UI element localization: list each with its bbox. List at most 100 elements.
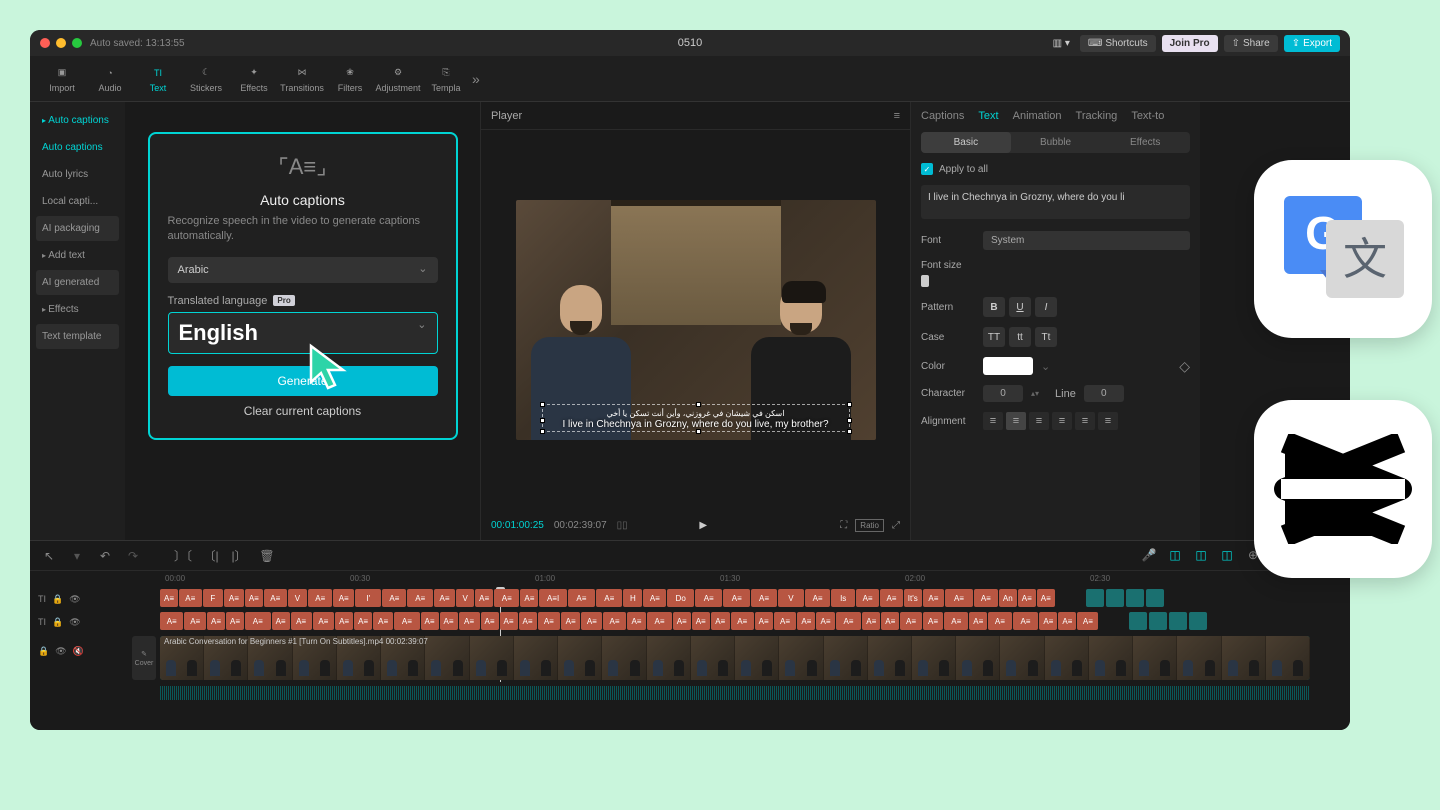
tab-animation[interactable]: Animation xyxy=(1013,110,1062,122)
timeline-ruler[interactable]: 00:00 00:30 01:00 01:30 02:00 02:30 xyxy=(30,571,1350,589)
project-title: 0510 xyxy=(678,37,702,49)
join-pro-button[interactable]: Join Pro xyxy=(1162,35,1218,52)
delete-icon[interactable]: 🗑 xyxy=(258,549,276,563)
text-icon: TI xyxy=(150,65,166,81)
character-spacing-input[interactable]: 0 xyxy=(983,385,1023,402)
track-head-captions-ar: TI🔒👁 xyxy=(30,612,155,632)
sidebar-item-auto-lyrics[interactable]: Auto lyrics xyxy=(36,162,119,187)
apply-all-label: Apply to all xyxy=(939,164,988,175)
tab-captions[interactable]: Captions xyxy=(921,110,964,122)
align-middle-button[interactable]: ≡ xyxy=(1075,412,1095,430)
lowercase-button[interactable]: tt xyxy=(1009,327,1031,347)
uppercase-button[interactable]: TT xyxy=(983,327,1005,347)
tool-stickers[interactable]: ☾Stickers xyxy=(182,59,230,99)
tab-tracking[interactable]: Tracking xyxy=(1076,110,1118,122)
clear-captions-link[interactable]: Clear current captions xyxy=(168,404,438,418)
color-label: Color xyxy=(921,361,975,372)
mic-icon[interactable]: 🎤 xyxy=(1140,548,1158,563)
generate-button[interactable]: Generate xyxy=(168,366,438,396)
export-button[interactable]: ⇪ Export xyxy=(1284,35,1340,52)
toolbar-more-icon[interactable]: » xyxy=(472,71,480,87)
select-tool-icon[interactable]: ↖ xyxy=(40,549,58,563)
titlecase-button[interactable]: Tt xyxy=(1035,327,1057,347)
split-icon[interactable]: 〕〔 xyxy=(174,547,192,564)
layout-button[interactable]: ▥ ▾ xyxy=(1049,35,1074,52)
redo-icon[interactable]: ↷ xyxy=(124,549,142,563)
fontsize-slider[interactable] xyxy=(921,275,929,287)
video-clip[interactable]: Arabic Conversation for Beginners #1 [Tu… xyxy=(160,636,1310,680)
effects-icon: ✦ xyxy=(246,65,262,81)
align-left-button[interactable]: ≡ xyxy=(983,412,1003,430)
text-sidebar: Auto captions Auto captions Auto lyrics … xyxy=(30,102,125,540)
tab-text-to[interactable]: Text-to xyxy=(1131,110,1164,122)
italic-button[interactable]: I xyxy=(1035,297,1057,317)
sidebar-item-add-text[interactable]: Add text xyxy=(36,243,119,268)
pattern-label: Pattern xyxy=(921,302,975,313)
tool-audio[interactable]: ◔Audio xyxy=(86,59,134,99)
tool-filters[interactable]: ❀Filters xyxy=(326,59,374,99)
play-button[interactable]: ▶ xyxy=(699,520,707,531)
sidebar-item-local-captions[interactable]: Local capti... xyxy=(36,189,119,214)
align-right-button[interactable]: ≡ xyxy=(1029,412,1049,430)
tool-text[interactable]: TIText xyxy=(134,59,182,99)
link-icon[interactable]: ◫ xyxy=(1192,548,1210,563)
maximize-icon[interactable] xyxy=(72,38,82,48)
apply-all-checkbox[interactable]: ✓ xyxy=(921,163,933,175)
tool-import[interactable]: ▣Import xyxy=(38,59,86,99)
source-language-select[interactable]: Arabic xyxy=(168,257,438,283)
caption-overlay: اسكن في شيشان في غروزني، وأين أنت تسكن ي… xyxy=(546,409,846,430)
subtab-basic[interactable]: Basic xyxy=(921,132,1011,153)
tool-adjustment[interactable]: ⚙Adjustment xyxy=(374,59,422,99)
adjustment-icon: ⚙ xyxy=(390,65,406,81)
align-bottom-button[interactable]: ≡ xyxy=(1098,412,1118,430)
character-label: Character xyxy=(921,388,975,399)
autosave-label: Auto saved: 13:13:55 xyxy=(90,38,185,49)
import-icon: ▣ xyxy=(54,65,70,81)
shortcuts-button[interactable]: ⌨ Shortcuts xyxy=(1080,35,1156,52)
undo-icon[interactable]: ↶ xyxy=(96,549,114,563)
tool-effects[interactable]: ✦Effects xyxy=(230,59,278,99)
ratio-button[interactable]: Ratio xyxy=(855,519,884,532)
reset-icon[interactable]: ◇ xyxy=(1179,358,1190,375)
audio-icon: ◔ xyxy=(102,65,118,81)
caption-text-input[interactable]: I live in Chechnya in Grozny, where do y… xyxy=(921,185,1190,219)
sidebar-header-auto-captions[interactable]: Auto captions xyxy=(36,108,119,133)
window-controls xyxy=(40,38,82,48)
tool-templates[interactable]: ⎘Templa xyxy=(422,59,470,99)
share-button[interactable]: ⇧ Share xyxy=(1224,35,1278,52)
color-swatch[interactable] xyxy=(983,357,1033,375)
cover-button[interactable]: ✎Cover xyxy=(132,636,156,680)
properties-panel: Captions Text Animation Tracking Text-to… xyxy=(910,102,1200,540)
align-top-button[interactable]: ≡ xyxy=(1052,412,1072,430)
preview-icon[interactable]: ◫ xyxy=(1218,548,1236,563)
trim-left-icon[interactable]: 〔| xyxy=(202,547,220,564)
font-select[interactable]: System xyxy=(983,231,1190,250)
fullscreen-icon[interactable]: ⤢ xyxy=(892,520,900,531)
sidebar-item-text-template[interactable]: Text template xyxy=(36,324,119,349)
timecode-total: 00:02:39:07 xyxy=(554,520,607,531)
snap-icon[interactable]: ◫ xyxy=(1166,548,1184,563)
align-center-button[interactable]: ≡ xyxy=(1006,412,1026,430)
line-spacing-input[interactable]: 0 xyxy=(1084,385,1124,402)
crop-icon[interactable]: ⛶ xyxy=(840,520,847,531)
tab-text[interactable]: Text xyxy=(978,110,998,122)
timeline-tracks[interactable]: TI🔒👁 A≡A≡FA≡A≡A≡VA≡A≡I'A≡A≡A≡VA≡A≡A≡A≡IA… xyxy=(30,589,1350,682)
sidebar-item-ai-generated[interactable]: AI generated xyxy=(36,270,119,295)
subtab-effects[interactable]: Effects xyxy=(1100,132,1190,153)
stickers-icon: ☾ xyxy=(198,65,214,81)
subtab-bubble[interactable]: Bubble xyxy=(1011,132,1101,153)
target-language-select[interactable]: English xyxy=(168,312,438,354)
bold-button[interactable]: B xyxy=(983,297,1005,317)
player-menu-icon[interactable]: ≡ xyxy=(894,110,900,122)
sidebar-item-auto-captions[interactable]: Auto captions xyxy=(36,135,119,160)
trim-right-icon[interactable]: |〕 xyxy=(230,547,248,564)
sidebar-item-effects[interactable]: Effects xyxy=(36,297,119,322)
close-icon[interactable] xyxy=(40,38,50,48)
tool-transitions[interactable]: ⋈Transitions xyxy=(278,59,326,99)
caption-english: I live in Chechnya in Grozny, where do y… xyxy=(546,419,846,430)
sidebar-item-ai-packaging[interactable]: AI packaging xyxy=(36,216,119,241)
minimize-icon[interactable] xyxy=(56,38,66,48)
video-preview[interactable]: اسكن في شيشان في غروزني، وأين أنت تسكن ي… xyxy=(481,130,910,510)
underline-button[interactable]: U xyxy=(1009,297,1031,317)
captions-icon: ⌜A≡⌟ xyxy=(168,154,438,180)
